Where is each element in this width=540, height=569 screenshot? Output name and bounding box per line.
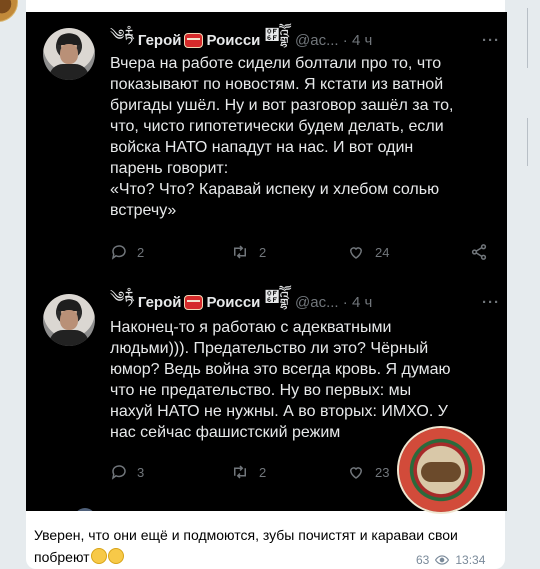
reply-icon	[111, 245, 126, 260]
tweet-header: ༄ྟརཾ Герой Роисси ཯འྒྷཽ @ac... · 4 ч ···	[110, 27, 499, 50]
like-count: 24	[375, 244, 390, 260]
next-avatar-partial	[74, 508, 96, 511]
message-time: 13:34	[455, 553, 486, 567]
drum-emoji	[184, 294, 204, 310]
heart-icon	[349, 467, 363, 479]
retweet-count: 2	[259, 464, 267, 480]
grimace-emoji	[90, 548, 107, 564]
eye-icon	[435, 555, 450, 565]
like-count: 23	[375, 464, 390, 480]
retweet-count: 2	[259, 244, 267, 260]
tweet-header: ༄ྟརཾ Герой Роисси ཯འྒྷཽ @ac... · 4 ч ···	[110, 289, 499, 312]
share-button[interactable]	[470, 243, 488, 261]
retweet-icon	[234, 465, 246, 479]
tweet-text: Наконец-то я работаю с адекватными людьм…	[110, 319, 451, 441]
heart-icon	[349, 247, 363, 259]
retweet-icon	[234, 245, 246, 259]
bear-icon	[421, 462, 461, 482]
view-count: 63	[416, 553, 430, 567]
author-avatar	[43, 28, 95, 80]
more-icon[interactable]: ···	[482, 294, 500, 311]
reply-count: 2	[137, 244, 145, 260]
like-button[interactable]: 23	[346, 463, 389, 481]
message-meta: 63 13:34	[416, 553, 485, 567]
author-handle: @ac...	[295, 31, 339, 49]
channel-avatar[interactable]	[0, 0, 18, 22]
tweet-time: · 4 ч	[342, 293, 373, 311]
like-button[interactable]: 24	[346, 243, 389, 261]
bear-watermark-logo	[397, 426, 485, 514]
reply-icon	[111, 465, 126, 480]
tweet-actions: 2 2 24	[110, 243, 490, 265]
author-avatar	[43, 294, 95, 346]
author-handle: @ac...	[295, 293, 339, 311]
reply-count: 3	[137, 464, 145, 480]
author-name-2: Роисси	[206, 293, 261, 311]
tweet-time: · 4 ч	[342, 31, 373, 49]
reply-button[interactable]: 2	[110, 243, 144, 261]
share-icon	[471, 244, 487, 260]
reply-button[interactable]: 3	[110, 463, 144, 481]
more-icon[interactable]: ···	[482, 32, 500, 49]
chat-divider	[527, 8, 528, 68]
author-name-2: Роисси	[206, 31, 261, 49]
grimace-emoji	[107, 548, 124, 564]
author-name: Герой	[137, 293, 182, 311]
drum-emoji	[184, 32, 204, 48]
tweet-text: Вчера на работе сидели болтали про то, ч…	[110, 55, 454, 219]
retweet-button[interactable]: 2	[230, 463, 266, 481]
retweet-button[interactable]: 2	[230, 243, 266, 261]
author-name: Герой	[137, 31, 182, 49]
chat-divider	[527, 118, 528, 166]
